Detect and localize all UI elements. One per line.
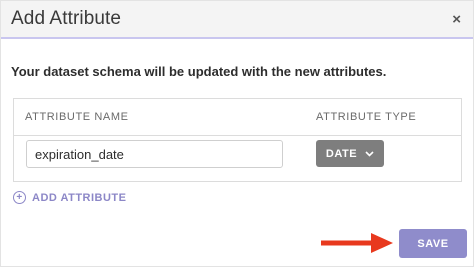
dialog-description: Your dataset schema will be updated with… xyxy=(11,64,387,79)
dialog-header: Add Attribute × xyxy=(1,1,473,39)
close-icon[interactable]: × xyxy=(452,12,461,27)
table-header: ATTRIBUTE NAME ATTRIBUTE TYPE xyxy=(14,99,461,136)
add-attribute-button[interactable]: + ADD ATTRIBUTE xyxy=(13,191,127,204)
add-attribute-dialog: Add Attribute × Your dataset schema will… xyxy=(0,0,474,267)
add-attribute-label: ADD ATTRIBUTE xyxy=(32,191,127,204)
arrow-right-icon xyxy=(321,233,393,253)
dialog-title: Add Attribute xyxy=(11,8,122,29)
attribute-type-select[interactable]: DATE xyxy=(316,140,384,167)
save-button[interactable]: SAVE xyxy=(399,229,467,258)
plus-circle-icon: + xyxy=(13,191,26,204)
attributes-table: ATTRIBUTE NAME ATTRIBUTE TYPE DATE xyxy=(13,98,462,182)
column-header-attribute-name: ATTRIBUTE NAME xyxy=(25,111,129,123)
column-header-attribute-type: ATTRIBUTE TYPE xyxy=(316,111,417,123)
attribute-name-input[interactable] xyxy=(26,140,283,168)
chevron-down-icon xyxy=(365,149,374,159)
attribute-type-value: DATE xyxy=(325,147,358,160)
